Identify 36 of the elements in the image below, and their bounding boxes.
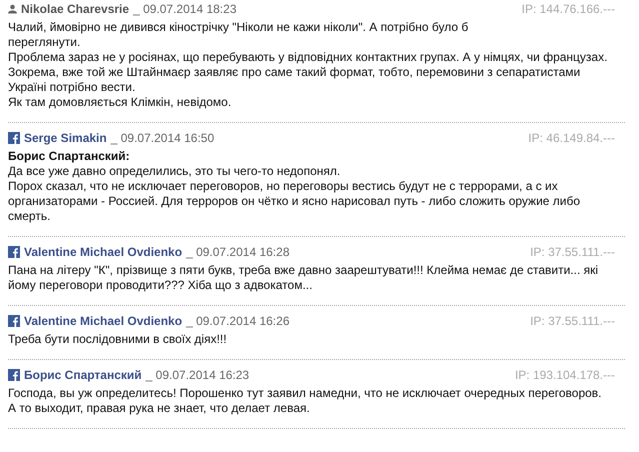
comment-text: Да все уже давно определились, это ты чего-то недопонял. (8, 164, 342, 179)
comment-text: Проблема зараз не у росіянах, що перебувають у відповідних контактних групах. А у німцях, чи французах. (8, 50, 608, 65)
comment-text: Як там домовляється Клімкін, невідомо. (8, 95, 232, 110)
author-name[interactable]: Serge Simakin (24, 131, 107, 145)
comment-date: _ 09.07.2014 18:23 (133, 2, 236, 16)
author-name[interactable]: Valentine Michael Ovdienko (24, 314, 182, 328)
comment-text: Порох сказал, что не исключает переговоров, но переговоры вестись будут не с террорами, а с их (8, 179, 559, 194)
comment-date: _ 09.07.2014 16:26 (186, 314, 290, 328)
comment-text: А то выходит, правая рука не знает, что делает левая. (8, 401, 311, 416)
author-name[interactable]: Nikolae Charevsrie (21, 2, 130, 16)
user-icon (8, 4, 17, 14)
facebook-icon[interactable] (8, 132, 20, 144)
ip-address: IP: 144.76.166.--- (522, 2, 615, 16)
ip-address: IP: 37.55.111.--- (530, 314, 615, 328)
comment-text: Чалий, ймовірно не дивився кінострічку "Ніколи не кажи ніколи". А потрібно було б (8, 20, 470, 35)
ip-address: IP: 46.149.84.--- (528, 131, 615, 145)
facebook-icon[interactable] (8, 246, 20, 258)
comment-text: смерть. (8, 209, 52, 224)
quoted-author: Борис Спартанский: (8, 149, 131, 164)
author-name[interactable]: Valentine Michael Ovdienko (24, 245, 182, 259)
comment-text: Україні потрібно вести. (8, 80, 136, 95)
comment-date: _ 09.07.2014 16:50 (110, 131, 214, 145)
ip-address: IP: 37.55.111.--- (530, 245, 615, 259)
comment-text: Треба бути послідовними в своїх діях!!! (8, 332, 228, 347)
facebook-icon[interactable] (8, 369, 20, 381)
comment-text: организаторами - Россией. Для терроров он чётко и ясно нарисовал путь - либо сложить оружие либо (8, 194, 582, 209)
facebook-icon[interactable] (8, 315, 20, 327)
ip-address: IP: 193.104.178.--- (514, 368, 615, 382)
comment-text: Зокрема, вже той же Штайнмаєр заявляє про саме такий формат, тобто, перемовини з сепаратистами (8, 65, 582, 80)
author-name[interactable]: Борис Спартанский (24, 368, 142, 382)
comment-text: йому переговори проводити??? Хіба що з адвокатом... (8, 278, 314, 293)
comment-date: _ 09.07.2014 16:23 (146, 368, 250, 382)
comment-date: _ 09.07.2014 16:28 (186, 245, 290, 259)
comment-text: переглянути. (8, 35, 82, 50)
comment-text: Господа, вы уж определитесь! Порошенко тут заявил намедни, что не исключает очередных переговоров. (8, 386, 603, 401)
comment-text: Пана на літеру "К", прізвище з пяти букв, треба вже давно заарештувати!!! Клейма немає де ставити... які (8, 263, 600, 278)
